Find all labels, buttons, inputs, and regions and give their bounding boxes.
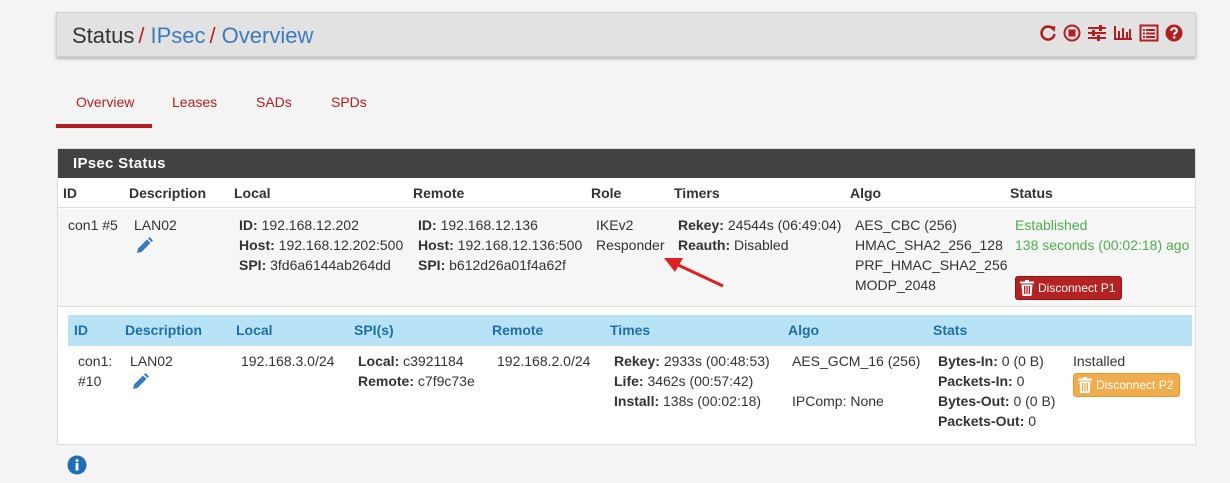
breadcrumb-status: Status	[72, 23, 135, 48]
p2-col-stats: Stats	[933, 322, 968, 338]
info-icon[interactable]	[67, 455, 87, 475]
col-role: Role	[591, 185, 622, 201]
col-remote: Remote	[413, 185, 465, 201]
breadcrumb-overview[interactable]: Overview	[222, 23, 314, 48]
ipsec-status-panel: IPsec Status ID Description Local Remote…	[57, 148, 1196, 445]
p1-status-state: Established	[1015, 217, 1088, 233]
stop-icon[interactable]	[1063, 24, 1081, 42]
p2-col-id: ID	[74, 322, 88, 338]
col-description: Description	[129, 185, 207, 201]
page-header: Status / IPsec / Overview	[56, 12, 1196, 57]
p1-remote: ID: 192.168.12.136 Host: 192.168.12.136:…	[418, 217, 583, 273]
p2-remote: 192.168.2.0/24	[497, 353, 591, 369]
p1-role: IKEv2 Responder	[596, 217, 665, 253]
p1-id: con1 #5	[68, 217, 118, 233]
edit-pencil-icon[interactable]	[130, 372, 150, 392]
p1-status: Established 138 seconds (00:02:18) ago	[1015, 215, 1189, 255]
phase1-row: con1 #5 LAN02 ID: 192.168.12.202 Host: 1…	[58, 209, 1195, 307]
edit-pencil-icon[interactable]	[134, 236, 154, 256]
p2-stats: Bytes-In: 0 (0 B) Packets-In: 0 Bytes-Ou…	[938, 353, 1056, 429]
p2-algo: AES_GCM_16 (256) IPComp: None	[792, 353, 921, 409]
p2-col-description: Description	[125, 322, 203, 338]
trash-icon	[1020, 280, 1034, 296]
breadcrumb: Status / IPsec / Overview	[72, 23, 314, 48]
p1-local: ID: 192.168.12.202 Host: 192.168.12.202:…	[239, 217, 404, 273]
p2-local: 192.168.3.0/24	[241, 353, 335, 369]
p1-status-uptime: 138 seconds (00:02:18) ago	[1015, 237, 1190, 253]
trash-icon	[1078, 377, 1092, 393]
p2-state: Installed	[1073, 353, 1126, 369]
tab-leases[interactable]: Leases	[172, 82, 217, 128]
phase1-table-header: ID Description Local Remote Role Timers …	[58, 178, 1195, 208]
p2-col-spis: SPI(s)	[354, 322, 394, 338]
p1-algo: AES_CBC (256) HMAC_SHA2_256_128 PRF_HMAC…	[855, 217, 1008, 293]
chart-icon[interactable]	[1113, 24, 1133, 42]
p2-spis: Local: c3921184 Remote: c7f9c73e	[358, 353, 475, 389]
settings-icon[interactable]	[1087, 24, 1107, 42]
reload-icon[interactable]	[1039, 24, 1057, 42]
p2-col-remote: Remote	[492, 322, 544, 338]
col-algo: Algo	[850, 185, 882, 201]
col-local: Local	[234, 185, 271, 201]
p2-description: LAN02	[130, 353, 173, 369]
p1-timers: Rekey: 24544s (06:49:04) Reauth: Disable…	[678, 217, 842, 253]
header-icon-bar	[1039, 24, 1183, 42]
disconnect-p2-button[interactable]: Disconnect P2	[1073, 373, 1181, 397]
p2-col-times: Times	[610, 322, 651, 338]
tab-sads[interactable]: SADs	[256, 82, 292, 128]
p1-description: LAN02	[134, 217, 177, 233]
p2-times: Rekey: 2933s (00:48:53) Life: 3462s (00:…	[614, 353, 770, 409]
log-icon[interactable]	[1139, 24, 1159, 42]
phase2-table-header: ID Description Local SPI(s) Remote Times…	[68, 315, 1192, 346]
disconnect-p1-button[interactable]: Disconnect P1	[1015, 276, 1123, 300]
p2-id: con1: #10	[78, 353, 113, 389]
p2-col-algo: Algo	[788, 322, 820, 338]
tab-spds[interactable]: SPDs	[331, 82, 367, 128]
col-id: ID	[63, 185, 77, 201]
help-icon[interactable]	[1165, 24, 1183, 42]
p2-col-local: Local	[236, 322, 273, 338]
breadcrumb-ipsec[interactable]: IPsec	[151, 23, 206, 48]
panel-title: IPsec Status	[58, 149, 1195, 178]
col-timers: Timers	[674, 185, 720, 201]
col-status: Status	[1010, 185, 1053, 201]
tab-overview[interactable]: Overview	[56, 82, 152, 128]
